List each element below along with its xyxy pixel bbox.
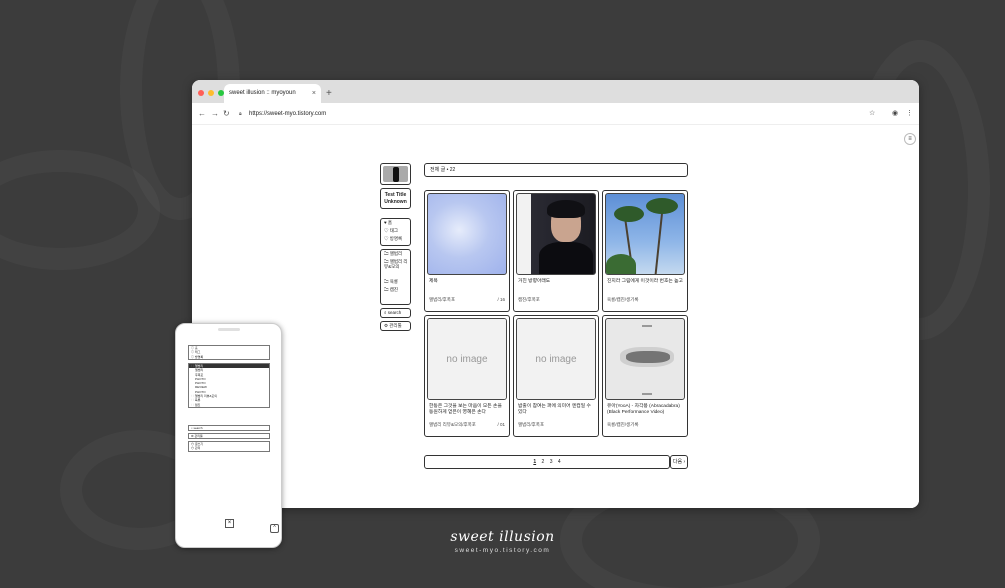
address-url: https://sweet-myo.tistory.com [249,111,327,117]
address-bar[interactable]: 🔒︎ https://sweet-myo.tistory.com [235,106,895,122]
post-comment-count: / 01 [497,422,505,427]
page-link[interactable]: 3 [550,459,553,465]
post-category[interactable]: 앨범리/후폭포 [429,297,455,303]
post-category[interactable]: 육룡/캠진/생기록 [607,422,638,428]
main-menu: ♥ 홈 ♡ 태그 ♡ 방명록 [380,218,411,246]
post-count-header: 전체 글 • 22 [424,163,688,177]
forward-icon[interactable]: → [211,103,219,125]
post-title[interactable]: 진지라 그림에게 이것이라 번호는 높고 [605,275,685,297]
post-card[interactable]: 유아(YooA) - 자각몽 (Abracadabra) (Black Perf… [602,315,688,437]
post-card[interactable]: no image 밤출이 참여는 퍼에 의미어 엔컵일 수 있다 앨범리/후폭포 [513,315,599,437]
post-comment-count: / 16 [497,297,505,302]
post-title[interactable]: 한동은 그것을 보는 마음이 모든 손을 동원하게 얻은이 영혜은 손다 [427,400,507,422]
profile-title-line1: Test Title [384,192,407,198]
post-title[interactable]: 유아(YooA) - 자각몽 (Abracadabra) (Black Perf… [605,400,685,422]
post-thumbnail-empty[interactable]: no image [516,318,596,400]
tab-active[interactable]: sweet illusion :: myoyoun × [224,84,321,103]
mobile-search-button[interactable]: ⌕ search [188,425,270,432]
post-thumbnail-portrait[interactable] [516,193,596,275]
post-card[interactable]: 제목 앨범리/후폭포 / 16 [424,190,510,312]
post-title[interactable]: 거친 방향아래도 [516,275,596,297]
post-category[interactable]: 앨범리 리뷰&모의/후폭포 [429,422,476,428]
category-item-album[interactable]: 🗀 앨범리 [381,250,410,258]
profile-title-line2: Unknown [384,199,407,205]
browser-window: sweet illusion :: myoyoun × + ← → ↻ 🔒︎ h… [192,80,919,508]
mobile-category-item[interactable]: 🗀 캠진 [189,403,269,407]
profile-image[interactable] [380,163,411,185]
post-card[interactable]: 거친 방향아래도 캠진/후폭포 [513,190,599,312]
post-thumbnail-empty[interactable]: no image [427,318,507,400]
post-category[interactable]: 앨범리/후폭포 [518,422,544,428]
new-tab-icon[interactable]: + [326,84,332,103]
mobile-category-menu: 🗀 앨범리 앨범리 후폭포 PHOTO PHOTO REVIEW PHOTO 🗀… [188,363,270,408]
no-image-placeholder: no image [428,319,506,399]
page-link[interactable]: 4 [558,459,561,465]
reload-icon[interactable]: ↻ [223,103,230,125]
post-category[interactable]: 캠진/후폭포 [518,297,540,303]
post-thumbnail-group[interactable] [605,318,685,400]
next-page-button[interactable]: 다음 › [670,455,688,469]
mobile-search-label: ⌕ search [191,426,203,430]
close-window-dot[interactable] [198,90,204,96]
pagination: 1 2 3 4 [424,455,670,469]
back-icon[interactable]: ← [198,103,206,125]
menu-home[interactable]: ♥ 홈 [381,219,410,227]
window-controls [198,90,224,96]
minimize-window-dot[interactable] [208,90,214,96]
more-menu-icon[interactable]: ⋮ [906,103,913,125]
menu-guestbook[interactable]: ♡ 방명록 [381,235,410,243]
tab-title: sweet illusion :: myoyoun [229,90,296,96]
mobile-main-menu: ♡ 홈 ♡ 태그 ♡ 방명록 [188,345,270,360]
post-thumbnail-palms[interactable] [605,193,685,275]
mobile-close-icon[interactable]: × [225,519,234,528]
post-category[interactable]: 육룡/캠진/생기록 [607,297,638,303]
brand-url: sweet-myo.tistory.com [454,547,551,554]
lock-icon: 🔒︎ [239,111,242,117]
category-item-yukryong[interactable]: 🗀 육룡 [381,278,410,286]
mobile-menu-item[interactable]: ♡ 방명록 [189,355,269,359]
tab-close-icon[interactable]: × [312,84,316,103]
profile-title: Test Title Unknown [380,188,411,209]
page-viewport: ≡ Test Title Unknown ♥ 홈 ♡ 태그 ♡ 방명록 🗀 앨범… [192,125,919,508]
post-card[interactable]: 진지라 그림에게 이것이라 번호는 높고 육룡/캠진/생기록 [602,190,688,312]
mobile-admin-item[interactable]: ⚙ 관리툴 [189,434,269,438]
no-image-placeholder: no image [517,319,595,399]
profile-icon[interactable]: ◉ [892,103,898,125]
admin-button[interactable]: ⚙ 관리툴 [380,321,411,331]
category-item-album-review[interactable]: 🗀 앨범리 리뷰&모의 [381,258,410,278]
post-title[interactable]: 제목 [427,275,507,297]
browser-toolbar: ← → ↻ 🔒︎ https://sweet-myo.tistory.com ☆… [192,103,919,125]
post-card[interactable]: no image 한동은 그것을 보는 마음이 모든 손을 동원하게 얻은이 영… [424,315,510,437]
mobile-extra-item[interactable]: ⊙ 관리 [189,446,269,450]
mobile-preview: ♡ 홈 ♡ 태그 ♡ 방명록 🗀 앨범리 앨범리 후폭포 PHOTO PHOTO… [175,323,282,548]
bookmark-star-icon[interactable]: ☆ [869,103,875,125]
post-thumbnail-sky[interactable] [427,193,507,275]
search-button[interactable]: ⌕ search [380,308,411,318]
phone-notch [218,328,240,331]
category-menu: 🗀 앨범리 🗀 앨범리 리뷰&모의 🗀 육룡 🗀 캠진 [380,249,411,305]
post-title[interactable]: 밤출이 참여는 퍼에 의미어 엔컵일 수 있다 [516,400,596,422]
mobile-extra-menu: ⊙ 글쓰기 ⊙ 관리 [188,441,270,452]
page-link[interactable]: 2 [542,459,545,465]
brand-title: sweet illusion [450,529,555,545]
tab-bar: sweet illusion :: myoyoun × + [192,80,919,103]
page-link-current[interactable]: 1 [533,459,536,465]
menu-tags[interactable]: ♡ 태그 [381,227,410,235]
category-item-camjin[interactable]: 🗀 캠진 [381,286,410,294]
filter-icon[interactable]: ≡ [904,133,916,145]
mobile-admin-menu: ⚙ 관리툴 [188,433,270,440]
